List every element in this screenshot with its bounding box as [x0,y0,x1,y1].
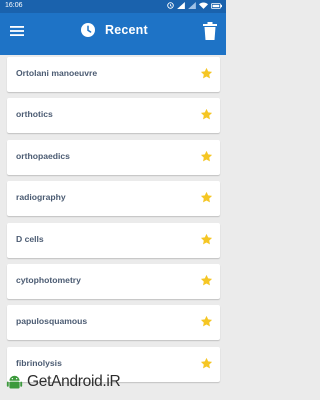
list-item[interactable]: cytophotometry [7,263,220,299]
status-bar: 16:06 [0,0,226,13]
list-item-label: orthotics [16,109,53,120]
star-icon[interactable] [200,274,213,287]
watermark-text: GetAndroid.iR [27,373,121,390]
hamburger-menu-icon[interactable] [10,24,24,38]
list-item-label: papulosquamous [16,316,88,327]
alarm-icon [167,2,174,11]
status-icons [167,2,222,11]
battery-icon [211,2,222,11]
star-icon[interactable] [200,108,213,121]
star-icon[interactable] [200,315,213,328]
list-item[interactable]: radiography [7,181,220,217]
signal-icon-2 [188,2,196,11]
app-bar-title-group: Recent [81,23,148,37]
status-time: 16:06 [5,2,23,9]
list-item-label: radiography [16,192,66,203]
page-title: Recent [105,23,148,37]
clock-icon [81,23,95,37]
star-icon[interactable] [200,67,213,80]
list-item-label: Ortolani manoeuvre [16,68,98,78]
star-icon[interactable] [200,233,213,246]
trash-icon[interactable] [203,22,217,40]
list-item-label: D cells [16,233,44,244]
star-icon[interactable] [200,191,213,204]
list-item-label: orthopaedics [16,150,70,161]
recent-list: Ortolani manoeuvre orthotics orthopaedic… [7,57,220,388]
wifi-icon [199,2,208,11]
star-icon[interactable] [200,357,213,370]
list-item[interactable]: Ortolani manoeuvre [7,57,220,92]
list-item[interactable]: papulosquamous [7,305,220,341]
list-item[interactable]: D cells [7,222,220,258]
app-bar: Recent [0,13,226,55]
list-item[interactable]: orthopaedics [7,139,220,175]
list-item-label: cytophotometry [16,274,81,285]
signal-icon [177,2,185,11]
watermark: GetAndroid.iR [6,373,121,391]
star-icon[interactable] [200,150,213,163]
list-item[interactable]: orthotics [7,98,220,134]
android-robot-icon [6,374,23,391]
list-item-label: fibrinolysis [16,357,62,368]
